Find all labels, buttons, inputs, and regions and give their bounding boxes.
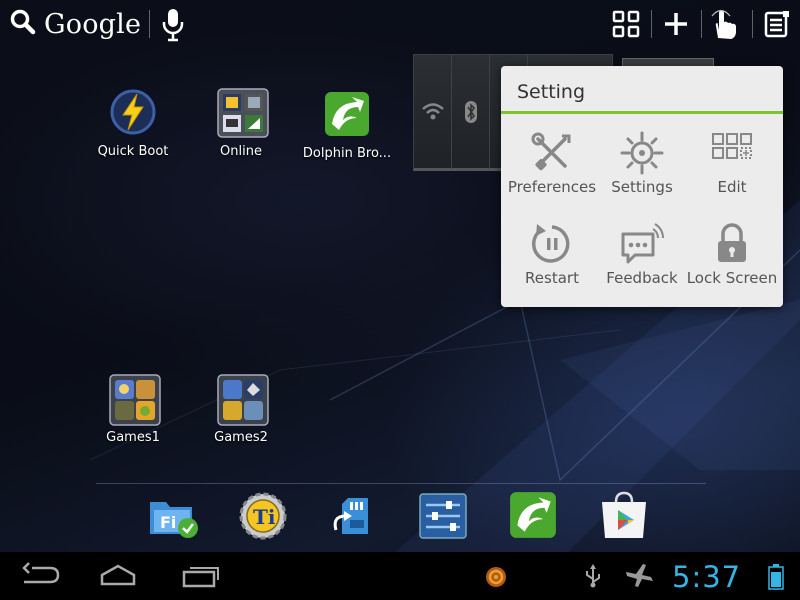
app-label: Dolphin Bro... [302,146,392,161]
folder-icon [109,374,161,426]
feedback-icon [619,221,665,267]
divider [149,10,150,38]
divider [752,10,753,38]
app-online-folder[interactable]: Online [186,88,296,159]
home-icon[interactable] [98,562,148,590]
divider [701,10,702,38]
mic-icon[interactable] [162,8,184,42]
play-store-icon[interactable] [596,490,652,542]
app-label: Quick Boot [97,144,169,159]
svg-text:Ti: Ti [253,505,276,529]
file-explorer-icon[interactable]: Fi [146,490,202,542]
lock-screen-label: Lock Screen [686,269,778,287]
tools-icon [529,130,575,176]
divider [651,10,652,38]
apps-grid-icon[interactable] [609,8,643,40]
notification-app-icon[interactable] [485,566,507,588]
feedback-button[interactable]: Feedback [595,221,689,287]
back-icon[interactable] [18,562,68,590]
wifi-toggle[interactable] [414,55,452,169]
app-games1-folder[interactable]: Games1 [78,374,188,445]
folder-icon [217,374,269,426]
titanium-backup-icon[interactable]: Ti [236,490,292,542]
settings-sliders-icon[interactable] [416,490,472,542]
edit-button[interactable]: Edit [685,130,779,196]
edit-label: Edit [717,178,747,196]
app-label: Games2 [214,430,268,445]
add-icon[interactable] [659,8,693,40]
restart-icon [529,221,575,267]
app-games2-folder[interactable]: Games2 [186,374,296,445]
google-search-label: Google [44,8,142,40]
folder-icon [217,88,269,138]
dock-divider [96,483,706,484]
feedback-label: Feedback [606,269,678,287]
popup-title-divider [501,111,783,114]
restart-label: Restart [525,269,579,287]
lock-screen-button[interactable]: Lock Screen [685,221,779,287]
battery-icon [768,564,784,590]
lock-icon [709,221,755,267]
menu-icon[interactable] [760,8,794,40]
app-label: Online [220,144,262,159]
popup-title: Setting [517,81,586,103]
dolphin-icon[interactable] [508,490,564,542]
gear-icon [619,130,665,176]
google-search-bar[interactable]: Google [10,6,141,42]
restart-button[interactable]: Restart [505,221,599,287]
sd-card-icon[interactable] [326,490,382,542]
clock[interactable]: 5:37 [672,560,741,594]
settings-label: Settings [611,178,673,196]
grid-edit-icon [709,130,755,176]
preferences-label: Preferences [507,178,597,196]
app-dolphin-browser[interactable]: Dolphin Bro... [292,90,402,161]
settings-button[interactable]: Settings [595,130,689,196]
search-icon [10,9,36,39]
svg-text:Fi: Fi [160,513,176,532]
touch-icon[interactable] [708,8,742,40]
app-label: Games1 [106,430,160,445]
app-quick-boot[interactable]: Quick Boot [78,88,188,159]
usb-icon [583,564,603,588]
preferences-button[interactable]: Preferences [505,130,599,196]
dolphin-icon [323,90,371,138]
airplane-mode-icon [624,562,654,590]
bluetooth-toggle[interactable] [452,55,490,169]
setting-popup: Setting Preferences Settings Edit Restar… [501,66,783,307]
lightning-icon [109,88,157,136]
top-bar: Google [0,0,800,48]
recent-apps-icon[interactable] [180,562,230,590]
